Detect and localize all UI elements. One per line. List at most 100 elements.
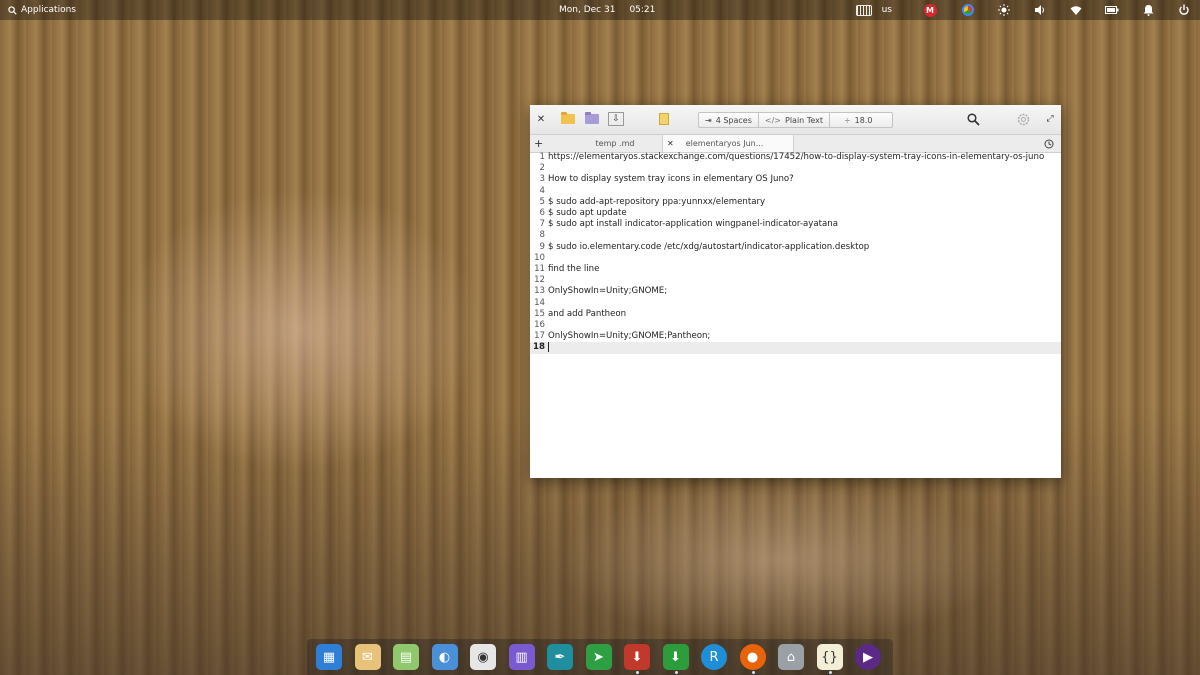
maximize-window-button[interactable]: ⤢ <box>1044 111 1056 127</box>
firefox-icon: ● <box>746 649 759 665</box>
line-number: 17 <box>534 331 545 342</box>
volume-indicator[interactable] <box>1032 3 1048 17</box>
line-number: 9 <box>539 241 545 252</box>
brightness-icon <box>998 4 1010 16</box>
line-number: 1 <box>539 152 545 162</box>
mega-tray-indicator[interactable]: M <box>922 3 938 17</box>
dock-item-mail[interactable]: ✉ <box>354 644 381 670</box>
dock-item-multitasking-view[interactable]: ▦ <box>316 644 342 670</box>
code-line: 10 <box>530 253 1061 264</box>
dock-item-calendar[interactable]: ▤ <box>393 644 419 670</box>
gear-icon <box>1017 113 1029 125</box>
text-cursor <box>548 342 549 353</box>
dock-item-pen-tool[interactable]: ✒ <box>547 644 573 670</box>
new-tab-button[interactable]: + <box>534 135 544 152</box>
pen-tool-icon: ✒ <box>554 649 566 665</box>
dock-item-files[interactable]: ⌂ <box>778 644 804 670</box>
code-line: 17 OnlyShowIn=Unity;GNOME;Pantheon; <box>530 331 1061 342</box>
battery-indicator[interactable] <box>1104 3 1120 17</box>
line-number: 8 <box>539 230 545 241</box>
save-file-button[interactable]: ⇩ <box>608 112 624 126</box>
datetime-indicator[interactable]: Mon, Dec 31 05:21 <box>559 0 655 20</box>
open-file-button[interactable] <box>560 111 576 127</box>
keyboard-indicator[interactable]: us <box>855 4 892 16</box>
dock-item-music-player[interactable]: ◉ <box>470 644 496 670</box>
text-editor-area[interactable]: 1 https://elementaryos.stackexchange.com/… <box>530 152 1061 355</box>
remmina-icon: R <box>709 649 719 665</box>
dock-item-remmina[interactable]: R <box>701 644 727 670</box>
package-installer-icon: ⬇ <box>631 649 643 665</box>
dock-item-code-editor[interactable]: {} <box>816 644 843 674</box>
top-panel: Applications Mon, Dec 31 05:21 us M <box>0 0 1200 20</box>
code-editor-window: ✕ ⇩ ⇥ 4 Spaces </> Plain Text ÷ 18.0 ⤢ +… <box>530 105 1061 478</box>
keyboard-icon <box>855 4 872 16</box>
line-number: 2 <box>539 163 545 174</box>
dock-item-appcenter[interactable]: ▥ <box>508 644 535 670</box>
multitasking-view-icon: ▦ <box>322 649 336 665</box>
line-text <box>548 253 1061 264</box>
maximize-icon: ⤢ <box>1046 114 1054 124</box>
running-indicator <box>828 671 832 674</box>
line-number: 6 <box>539 208 545 219</box>
downloader-icon: ⬇ <box>670 649 681 665</box>
running-indicator <box>674 671 678 674</box>
keyboard-layout-label: us <box>881 5 892 15</box>
line-text: $ sudo apt update <box>548 208 627 219</box>
files-icon: ⌂ <box>786 649 796 665</box>
dock-item-firefox[interactable]: ● <box>739 644 766 674</box>
find-button[interactable] <box>966 111 980 127</box>
close-window-button[interactable]: ✕ <box>536 111 546 127</box>
chrome-tray-indicator[interactable] <box>960 3 976 17</box>
indentation-selector[interactable]: ⇥ 4 Spaces <box>699 113 758 127</box>
network-indicator[interactable] <box>1068 3 1084 17</box>
font-size-selector[interactable]: ÷ 18.0 <box>828 113 893 127</box>
history-icon <box>1044 139 1054 148</box>
mega-icon: M <box>923 3 937 17</box>
font-size-icon: ÷ <box>843 115 851 125</box>
dock-item-package-installer[interactable]: ⬇ <box>624 644 650 674</box>
line-number: 14 <box>534 297 545 308</box>
close-icon: ✕ <box>536 113 546 125</box>
brightness-indicator[interactable] <box>996 3 1012 17</box>
running-indicator <box>751 671 755 674</box>
tab-temp-md[interactable]: temp .md <box>550 135 680 152</box>
closed-tabs-history-button[interactable] <box>1044 135 1056 152</box>
line-number: 7 <box>539 219 545 230</box>
line-text: $ sudo add-apt-repository ppa:yunnxx/ele… <box>548 196 766 207</box>
share-button[interactable] <box>658 111 670 127</box>
language-selector[interactable]: </> Plain Text <box>757 113 829 127</box>
date-label: Mon, Dec 31 <box>559 5 616 15</box>
battery-icon <box>1105 6 1119 14</box>
line-text <box>548 275 1061 286</box>
applications-menu[interactable]: Applications <box>8 0 76 20</box>
project-templates-button[interactable] <box>584 111 600 127</box>
editor-headerbar: ✕ ⇩ ⇥ 4 Spaces </> Plain Text ÷ 18.0 ⤢ <box>530 105 1061 135</box>
dock-item-downloader[interactable]: ⬇ <box>662 644 689 674</box>
dock-item-video-player[interactable]: ▶ <box>855 644 881 670</box>
indent-label: 4 Spaces <box>715 115 752 125</box>
dock-item-settings-toggle[interactable]: ◐ <box>431 644 458 670</box>
video-player-icon: ▶ <box>863 649 873 665</box>
app-menu-button[interactable] <box>1016 111 1030 127</box>
close-tab-icon[interactable]: ✕ <box>667 139 674 148</box>
search-icon <box>8 5 17 15</box>
line-number: 18 <box>533 342 545 353</box>
code-editor-icon: {} <box>821 649 838 665</box>
line-text <box>548 163 1061 174</box>
notifications-indicator[interactable] <box>1140 3 1156 17</box>
line-number: 3 <box>539 174 545 185</box>
tab-elementaryos-juno[interactable]: ✕ elementaryos Jun... <box>662 135 794 152</box>
download-icon: ⇩ <box>612 114 620 124</box>
dock-item-send-app[interactable]: ➤ <box>585 644 612 670</box>
line-text: OnlyShowIn=Unity;GNOME; <box>548 286 668 297</box>
tab-bar: + temp .md ✕ elementaryos Jun... <box>530 135 1061 153</box>
line-number: 10 <box>534 252 545 263</box>
language-label: Plain Text <box>785 115 823 125</box>
session-indicator[interactable] <box>1176 3 1192 17</box>
code-line: 2 <box>530 163 1061 174</box>
editor-settings-segment: ⇥ 4 Spaces </> Plain Text ÷ 18.0 <box>698 112 894 128</box>
line-text: OnlyShowIn=Unity;GNOME;Pantheon; <box>548 331 711 342</box>
power-icon <box>1179 4 1189 15</box>
dock: ▦ ✉ ▤ ◐ ◉ ▥ ✒ ➤ ⬇ ⬇ R ● ⌂ {} ▶ <box>307 639 893 675</box>
code-line: 12 <box>530 275 1061 286</box>
